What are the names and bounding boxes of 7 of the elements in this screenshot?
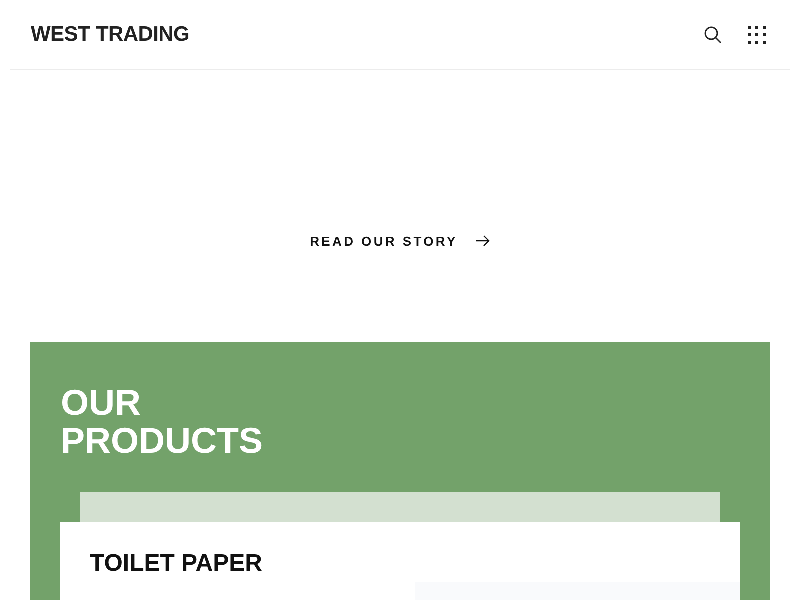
product-title: TOILET PAPER [89,549,264,578]
logo[interactable]: WEST TRADING [31,22,190,46]
read-our-story-link[interactable]: READ OUR STORY [310,231,490,251]
section-heading: OUR PRODUCTS [61,384,264,460]
grid-menu-icon[interactable] [748,26,766,44]
arrow-right-icon [476,235,490,247]
search-icon[interactable] [704,26,722,44]
